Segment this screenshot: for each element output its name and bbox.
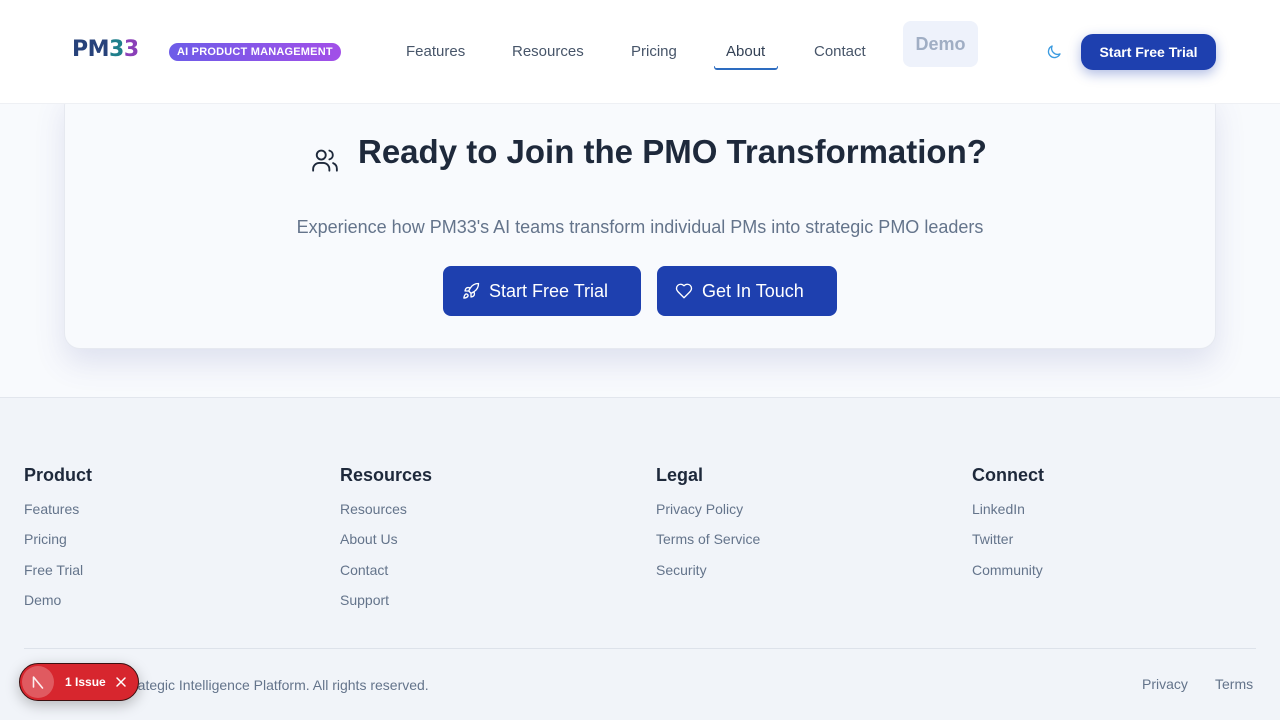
nav-active-indicator [714,66,778,70]
moon-icon[interactable] [1045,43,1063,61]
close-icon[interactable] [115,676,127,688]
heart-icon [675,283,693,299]
footer-heading: Connect [972,465,1044,485]
cta-title: Ready to Join the PMO Transformation? [358,133,987,170]
nextjs-logo-icon[interactable] [22,666,54,698]
demo-button[interactable]: Demo [903,21,978,67]
footer-link-linkedin[interactable]: LinkedIn [972,500,1044,518]
footer-divider [24,648,1256,649]
footer-link-security[interactable]: Security [656,561,760,579]
pm33-logo[interactable]: PM33 [72,36,139,64]
header-start-trial-button[interactable]: Start Free Trial [1081,34,1216,70]
get-in-touch-button[interactable]: Get In Touch [657,266,837,316]
start-free-trial-button[interactable]: Start Free Trial [443,266,641,316]
issue-toast[interactable]: 1 Issue [19,663,139,701]
get-in-touch-label: Get In Touch [702,281,804,301]
site-header: PM33 AI PRODUCT MANAGEMENT Features Reso… [0,0,1280,104]
footer-link-pricing[interactable]: Pricing [24,530,92,548]
issue-count-label: 1 Issue [65,675,106,689]
footer-heading: Resources [340,465,433,485]
footer-link-free-trial[interactable]: Free Trial [24,561,92,579]
nav-contact[interactable]: Contact [814,42,866,62]
copyright-text: rategic Intelligence Platform. All right… [133,677,429,693]
footer-bottom-terms[interactable]: Terms [1215,675,1253,693]
footer-heading: Legal [656,465,704,485]
nav-features[interactable]: Features [406,42,465,62]
nextjs-n-icon [32,676,44,689]
logo-text-pm: PM [72,37,110,62]
footer-link-terms-of-service[interactable]: Terms of Service [656,530,760,548]
logo-text-3b: 3 [123,37,139,62]
footer-bottom-privacy[interactable]: Privacy [1142,675,1188,693]
footer-link-privacy-policy[interactable]: Privacy Policy [656,500,760,518]
footer-column-connect: Connect LinkedIn Twitter Community [972,462,1044,591]
footer-column-resources: Resources Resources About Us Contact Sup… [340,462,432,622]
footer-link-support[interactable]: Support [340,591,432,609]
users-icon [312,149,338,172]
footer-link-contact[interactable]: Contact [340,561,432,579]
ai-product-badge: AI PRODUCT MANAGEMENT [169,43,341,61]
nav-resources[interactable]: Resources [512,42,584,62]
start-free-trial-label: Start Free Trial [489,281,609,301]
nav-about[interactable]: About [726,42,765,62]
footer-link-demo[interactable]: Demo [24,591,92,609]
footer-heading: Product [24,465,93,485]
footer-link-twitter[interactable]: Twitter [972,530,1044,548]
footer-link-features[interactable]: Features [24,500,92,518]
footer-column-legal: Legal Privacy Policy Terms of Service Se… [656,462,760,591]
logo-text-3a: 3 [109,37,124,62]
footer-column-product: Product Features Pricing Free Trial Demo [24,462,92,622]
footer-link-about-us[interactable]: About Us [340,530,432,548]
rocket-icon [463,282,480,299]
cta-subtitle: Experience how PM33's AI teams transform… [296,217,984,237]
nav-pricing[interactable]: Pricing [631,42,677,62]
footer-link-resources[interactable]: Resources [340,500,432,518]
site-footer [0,397,1280,720]
footer-link-community[interactable]: Community [972,561,1044,579]
